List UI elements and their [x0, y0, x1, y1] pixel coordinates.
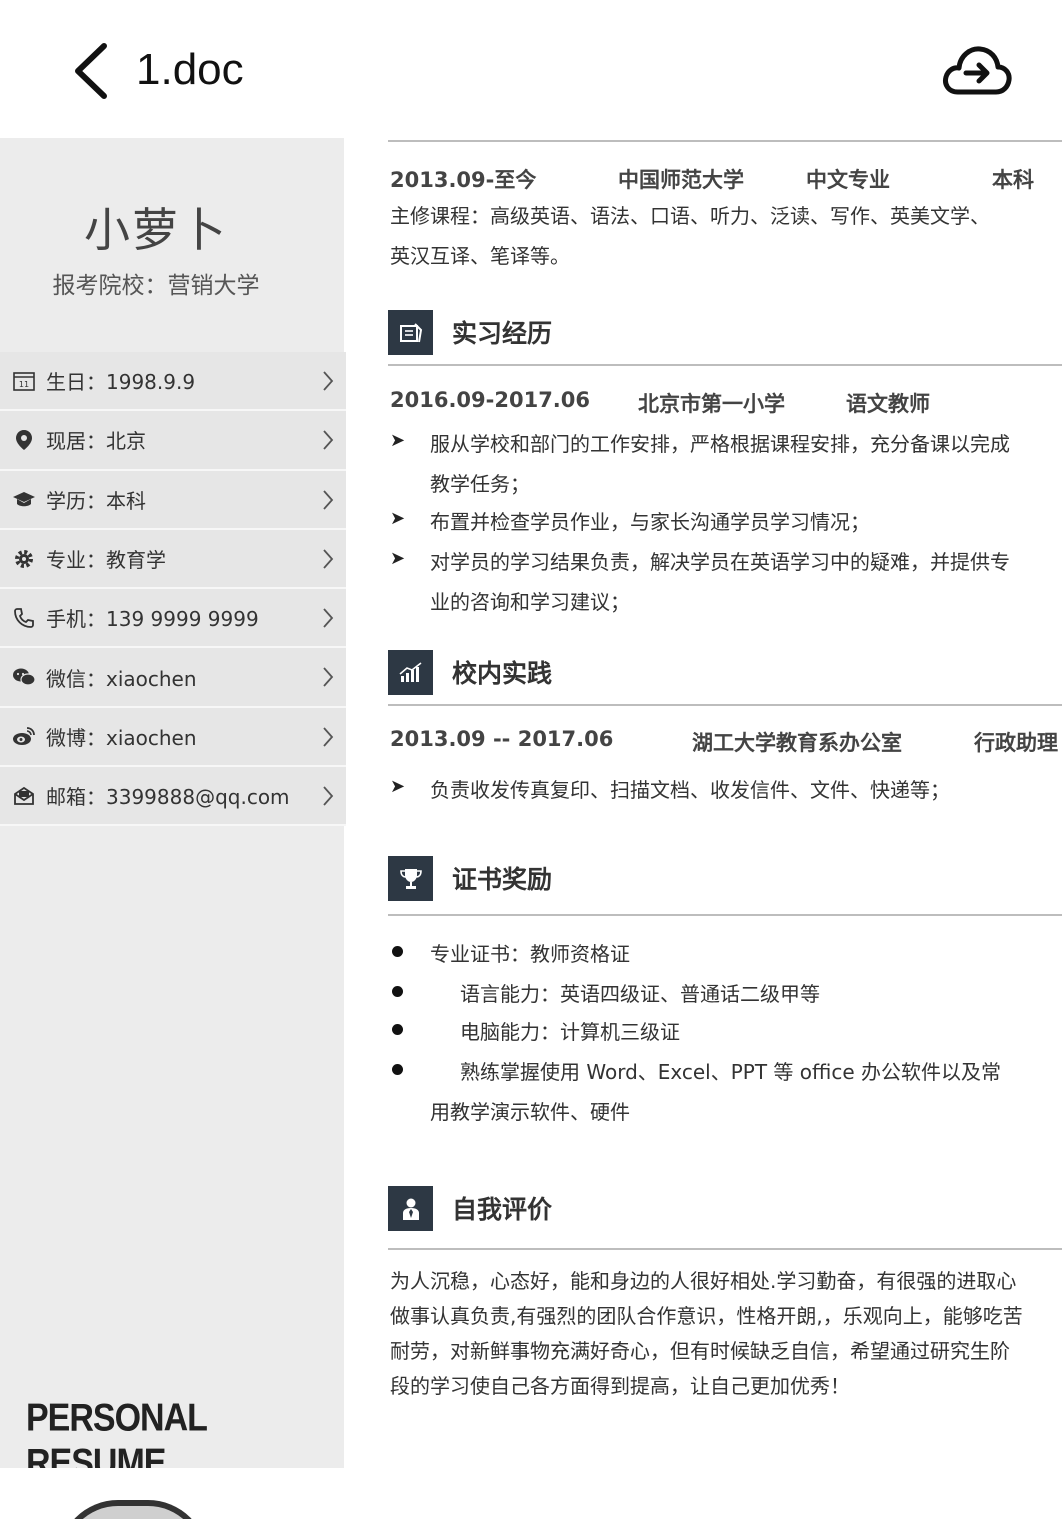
education-school: 中国师范大学 [618, 168, 744, 192]
section-title-internship: 实习经历 [452, 319, 553, 348]
divider [388, 1248, 1062, 1250]
bullet-text: 布置并检查学员作业，与家长沟通学员学习情况； [430, 510, 870, 534]
info-item-label: 邮箱：3399888@qq.com [46, 785, 290, 810]
info-item-label: 学历：本科 [46, 488, 146, 513]
section-title-self-evaluation: 自我评价 [452, 1195, 553, 1224]
bullet-text: 对学员的学习结果负责，解决学员在英语学习中的疑难，并提供专 [430, 550, 1010, 574]
info-item-label: 微信：xiaochen [46, 666, 197, 691]
divider [388, 704, 1062, 706]
profile-sidebar: 小萝卜 报考院校：营销大学 11 生日：1998.9.9 现居：北京 学历：本科… [0, 138, 346, 1468]
divider [388, 364, 1062, 366]
practice-date: 2013.09 -- 2017.06 [390, 727, 614, 751]
bullet-dot-icon [392, 946, 403, 957]
resume-content: 2013.09-至今 中国师范大学 中文专业 本科 主修课程：高级英语、语法、口… [388, 138, 1062, 1468]
info-item-label: 生日：1998.9.9 [46, 370, 196, 395]
user-icon [402, 1198, 419, 1220]
calendar-icon: 11 [12, 369, 36, 393]
practice-org: 湖工大学教育系办公室 [692, 731, 902, 755]
wechat-icon [12, 665, 36, 689]
bullet-dot-icon [392, 1064, 403, 1075]
target-school: 报考院校：营销大学 [52, 273, 260, 299]
bullet-dot-icon [392, 986, 403, 997]
self-evaluation-line: 为人沉稳，心态好，能和身边的人很好相处.学习勤奋，有很强的进取心 [390, 1269, 1017, 1293]
chevron-right-icon [323, 786, 334, 806]
arrow-bullet-icon: ➤ [390, 548, 406, 569]
document-icon [399, 322, 422, 342]
trophy-icon [399, 868, 422, 889]
cloud-arrow-icon [943, 46, 1012, 95]
info-item-education[interactable]: 学历：本科 [0, 470, 346, 530]
award-item: 用教学演示软件、硬件 [430, 1100, 630, 1124]
profile-name: 小萝卜 [84, 203, 228, 257]
arrow-bullet-icon: ➤ [390, 508, 406, 529]
chevron-right-icon [323, 608, 334, 628]
award-item: 电脑能力：计算机三级证 [460, 1020, 680, 1044]
internship-role: 语文教师 [846, 392, 930, 416]
bullet-text: 负责收发传真复印、扫描文档、收发信件、文件、快递等； [430, 778, 950, 802]
divider [388, 914, 1062, 916]
info-item-label: 专业：教育学 [46, 548, 166, 573]
bar-chart-icon [398, 661, 421, 682]
self-evaluation-line: 耐劳，对新鲜事物充满好奇心，但有时候缺乏自信，希望通过研究生阶 [390, 1339, 1010, 1363]
award-item: 熟练掌握使用 Word、Excel、PPT 等 office 办公软件以及常 [460, 1060, 1002, 1084]
info-item-label: 手机：139 9999 9999 [46, 607, 259, 632]
section-icon [388, 1186, 433, 1231]
chevron-right-icon [323, 549, 334, 569]
chevron-right-icon [323, 489, 334, 510]
weibo-icon [12, 724, 36, 748]
award-item: 语言能力：英语四级证、普通话二级甲等 [460, 982, 820, 1006]
info-item-email[interactable]: 邮箱：3399888@qq.com [0, 767, 346, 827]
svg-text:11: 11 [19, 380, 29, 389]
section-icon [388, 856, 433, 901]
internship-org: 北京市第一小学 [638, 392, 785, 416]
internship-date: 2016.09-2017.06 [390, 388, 591, 412]
education-date: 2013.09-至今 [390, 168, 537, 192]
divider [388, 140, 1062, 142]
chevron-right-icon [323, 727, 334, 747]
section-icon [388, 310, 433, 355]
section-icon [388, 650, 433, 695]
section-title-practice: 校内实践 [452, 659, 553, 688]
info-item-phone[interactable]: 手机：139 9999 9999 [0, 589, 346, 649]
arrow-bullet-icon: ➤ [390, 430, 406, 451]
bullet-text: 服从学校和部门的工作安排，严格根据课程安排，充分备课以完成 [430, 432, 1010, 456]
education-courses-line: 主修课程：高级英语、语法、口语、听力、泛读、写作、英美文学、 [390, 204, 990, 228]
info-item-birthday[interactable]: 11 生日：1998.9.9 [0, 352, 346, 412]
info-item-residence[interactable]: 现居：北京 [0, 411, 346, 471]
bullet-text: 业的咨询和学习建议； [430, 590, 630, 614]
cloud-upload-button[interactable] [940, 40, 1012, 100]
mail-icon [12, 784, 36, 808]
info-item-weibo[interactable]: 微博：xiaochen [0, 707, 346, 768]
self-evaluation-line: 做事认真负责,有强烈的团队合作意识，性格开朗,，乐观向上，能够吃苦 [390, 1304, 1023, 1328]
top-bar: 1.doc [0, 0, 1062, 138]
info-item-wechat[interactable]: 微信：xiaochen [0, 648, 346, 708]
chevron-right-icon [323, 371, 334, 391]
arrow-bullet-icon: ➤ [390, 776, 406, 797]
chevron-left-icon [75, 43, 107, 99]
section-title-awards: 证书奖励 [452, 865, 553, 894]
phone-icon [12, 606, 36, 630]
location-pin-icon [12, 428, 36, 452]
chevron-right-icon [323, 667, 334, 688]
resume-page: 小萝卜 报考院校：营销大学 11 生日：1998.9.9 现居：北京 学历：本科… [0, 138, 1062, 1468]
bullet-dot-icon [392, 1024, 403, 1035]
document-title: 1.doc [136, 45, 244, 94]
gear-icon [12, 547, 36, 571]
bullet-text: 教学任务； [430, 472, 530, 496]
info-item-major[interactable]: 专业：教育学 [0, 529, 346, 590]
self-evaluation-line: 段的学习使自己各方面得到提高，让自己更加优秀！ [390, 1374, 850, 1398]
education-major: 中文专业 [806, 168, 890, 192]
chevron-right-icon [323, 430, 334, 450]
education-degree: 本科 [992, 168, 1034, 192]
personal-resume-label: PERSONAL RESUME [26, 1396, 207, 1468]
info-item-label: 微博：xiaochen [46, 725, 197, 750]
contact-info-list: 11 生日：1998.9.9 现居：北京 学历：本科 专业：教育学 手机：139… [0, 352, 346, 827]
info-item-label: 现居：北京 [46, 429, 146, 454]
graduation-cap-icon [12, 487, 36, 511]
practice-role: 行政助理 [974, 731, 1058, 755]
award-item: 专业证书：教师资格证 [430, 942, 630, 966]
back-button[interactable] [66, 40, 122, 102]
education-courses-line: 英汉互译、笔译等。 [390, 244, 570, 268]
